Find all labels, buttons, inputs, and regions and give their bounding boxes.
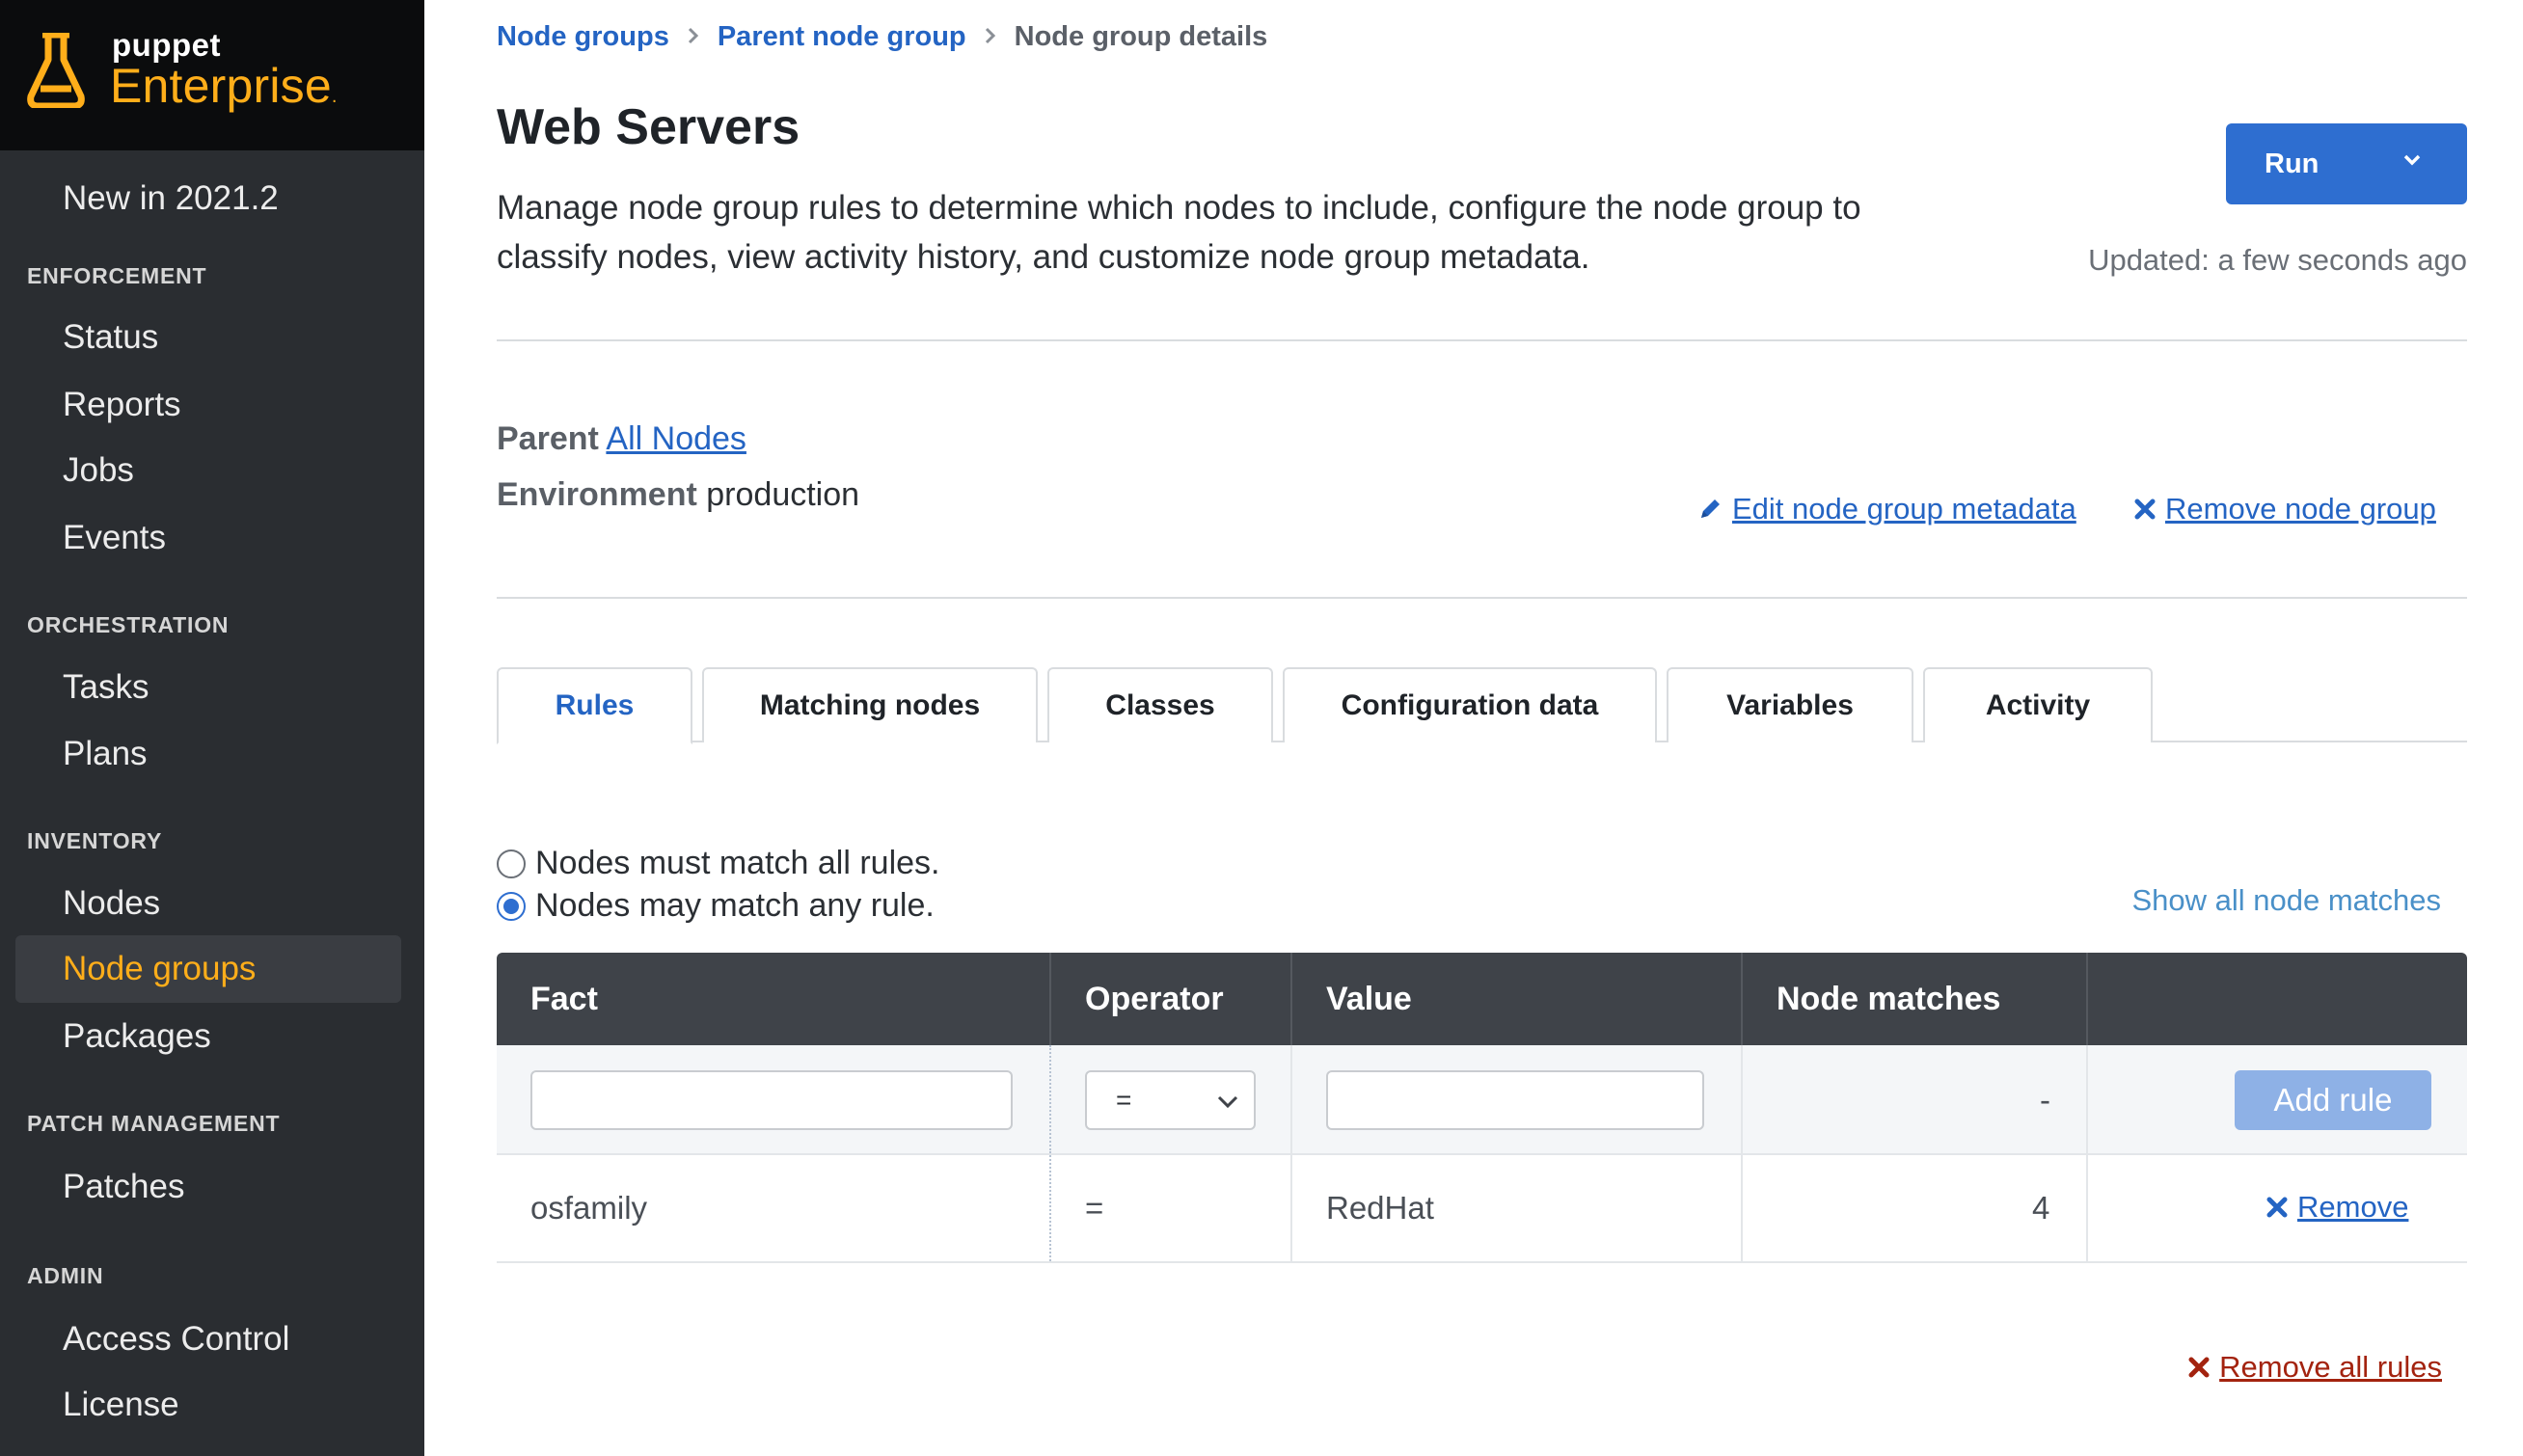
sidebar-section-inventory: INVENTORY — [27, 828, 163, 853]
new-rule-node-matches: - — [2040, 1082, 2050, 1118]
rule-value: RedHat — [1326, 1190, 1434, 1226]
sidebar-item-jobs[interactable]: Jobs — [15, 437, 401, 504]
remove-node-group-label: Remove node group — [2165, 492, 2436, 526]
chevron-down-icon — [1217, 1095, 1238, 1109]
add-rule-button[interactable]: Add rule — [2235, 1070, 2431, 1130]
table-row: osfamily = RedHat 4 Remove — [497, 1155, 2467, 1263]
show-all-node-matches-link[interactable]: Show all node matches — [2131, 883, 2441, 918]
sidebar-item-events[interactable]: Events — [15, 504, 401, 572]
run-button-label: Run — [2265, 148, 2320, 179]
parent-row: Parent All Nodes — [497, 420, 746, 458]
close-icon — [2266, 1197, 2288, 1218]
rule-fact: osfamily — [530, 1190, 648, 1226]
sidebar-item-plans[interactable]: Plans — [15, 720, 401, 788]
puppet-flask-icon — [27, 33, 85, 108]
column-header-actions — [2086, 953, 2467, 1045]
logo[interactable]: puppet Enterprise. — [0, 0, 424, 150]
page-description: Manage node group rules to determine whi… — [497, 189, 1861, 276]
tab-configuration-data[interactable]: Configuration data — [1283, 667, 1657, 742]
sidebar-item-status[interactable]: Status — [15, 304, 401, 371]
parent-link[interactable]: All Nodes — [606, 420, 746, 457]
sidebar-section-orchestration: ORCHESTRATION — [27, 612, 230, 637]
divider — [497, 339, 2467, 341]
breadcrumb-parent-node-group[interactable]: Parent node group — [718, 21, 966, 53]
new-rule-row: = - Add rule — [497, 1045, 2467, 1155]
column-divider — [1290, 1155, 1292, 1261]
chevron-right-icon — [687, 22, 700, 52]
column-divider — [1290, 1045, 1292, 1153]
sidebar-item-nodes[interactable]: Nodes — [15, 870, 401, 937]
column-divider — [2086, 1045, 2088, 1153]
environment-value: production — [706, 476, 860, 513]
breadcrumb-current: Node group details — [1014, 21, 1268, 52]
environment-label: Environment — [497, 476, 697, 513]
tab-rules[interactable]: Rules — [497, 667, 692, 744]
match-any-option[interactable]: Nodes may match any rule. — [497, 887, 935, 925]
environment-row: Environment production — [497, 476, 859, 514]
fact-input[interactable] — [530, 1070, 1013, 1130]
sidebar-item-license[interactable]: License — [15, 1371, 401, 1439]
column-header-fact: Fact — [530, 981, 598, 1017]
sidebar-section-patch-management: PATCH MANAGEMENT — [27, 1111, 281, 1136]
operator-select-value: = — [1116, 1085, 1132, 1115]
column-header-value: Value — [1290, 953, 1741, 1045]
pencil-icon — [1701, 499, 1720, 518]
brand-product: Enterprise. — [110, 59, 338, 113]
tab-activity[interactable]: Activity — [1923, 667, 2153, 742]
remove-rule-link[interactable]: Remove — [2266, 1190, 2408, 1225]
column-divider — [1741, 1155, 1743, 1261]
divider — [497, 597, 2467, 599]
value-input[interactable] — [1326, 1070, 1704, 1130]
sidebar-item-patches[interactable]: Patches — [15, 1153, 401, 1221]
column-header-node-matches: Node matches — [1741, 953, 2086, 1045]
remove-rule-label: Remove — [2297, 1190, 2409, 1224]
breadcrumb: Node groups Parent node group Node group… — [497, 21, 1267, 53]
match-all-option[interactable]: Nodes must match all rules. — [497, 845, 940, 882]
column-header-operator: Operator — [1049, 953, 1290, 1045]
remove-node-group-link[interactable]: Remove node group — [2134, 492, 2436, 526]
tab-matching-nodes[interactable]: Matching nodes — [702, 667, 1038, 742]
operator-select[interactable]: = — [1085, 1070, 1256, 1130]
run-button[interactable]: Run — [2226, 123, 2467, 204]
match-all-label: Nodes must match all rules. — [535, 845, 940, 881]
rule-operator: = — [1085, 1190, 1104, 1226]
chevron-down-icon — [2403, 154, 2421, 166]
sidebar-section-admin: ADMIN — [27, 1263, 104, 1288]
remove-all-rules-link[interactable]: Remove all rules — [2188, 1350, 2442, 1385]
tab-classes[interactable]: Classes — [1047, 667, 1273, 742]
match-any-radio[interactable] — [497, 891, 526, 921]
remove-all-rules-label: Remove all rules — [2219, 1350, 2442, 1384]
sidebar-item-whats-new[interactable]: New in 2021.2 — [15, 165, 401, 232]
rule-node-matches[interactable]: 4 — [2032, 1190, 2049, 1227]
column-divider — [1049, 1045, 1051, 1153]
parent-label: Parent — [497, 420, 599, 457]
table-header: Fact Operator Value Node matches — [497, 953, 2467, 1045]
edit-metadata-link[interactable]: Edit node group metadata — [1697, 492, 2076, 526]
close-icon — [2188, 1357, 2210, 1378]
updated-timestamp: Updated: a few seconds ago — [2088, 243, 2467, 277]
chevron-right-icon — [984, 22, 997, 52]
close-icon — [2134, 499, 2156, 520]
sidebar-item-node-groups[interactable]: Node groups — [15, 935, 401, 1003]
sidebar-item-packages[interactable]: Packages — [15, 1003, 401, 1070]
column-divider — [1049, 1155, 1051, 1261]
page-title: Web Servers — [497, 99, 800, 155]
sidebar: puppet Enterprise. New in 2021.2 ENFORCE… — [0, 0, 424, 1456]
sidebar-item-reports[interactable]: Reports — [15, 371, 401, 439]
breadcrumb-node-groups[interactable]: Node groups — [497, 21, 669, 53]
tab-variables[interactable]: Variables — [1667, 667, 1913, 742]
column-divider — [2086, 1155, 2088, 1261]
match-any-label: Nodes may match any rule. — [535, 887, 935, 924]
edit-metadata-label: Edit node group metadata — [1732, 492, 2076, 526]
sidebar-item-access-control[interactable]: Access Control — [15, 1306, 401, 1373]
column-divider — [1741, 1045, 1743, 1153]
match-all-radio[interactable] — [497, 849, 526, 878]
sidebar-item-tasks[interactable]: Tasks — [15, 654, 401, 721]
sidebar-section-enforcement: ENFORCEMENT — [27, 263, 207, 288]
